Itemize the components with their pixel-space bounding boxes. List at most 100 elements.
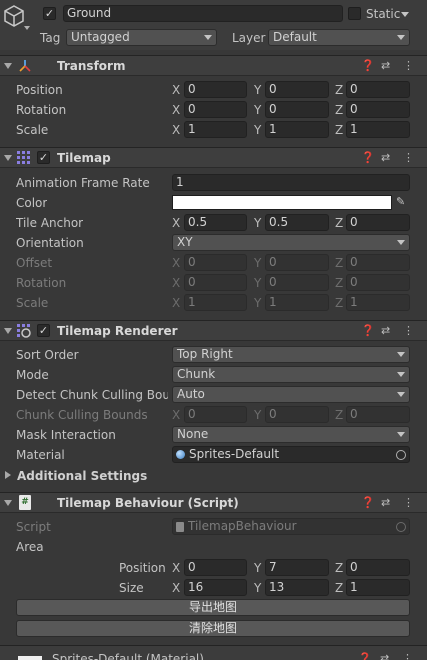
renderer-mask-dropdown[interactable]: None [172, 426, 410, 443]
axis-y-label[interactable]: Y [254, 581, 261, 595]
orientation-caret-icon [397, 240, 405, 245]
behaviour-position-row: Position X 0 Y 7 Z 0 [0, 558, 427, 578]
axis-y-label[interactable]: Y [254, 216, 261, 230]
axis-x-label[interactable]: X [172, 83, 180, 97]
preset-icon[interactable]: ⇄ [381, 495, 390, 511]
transform-position-x[interactable]: 0 [184, 81, 247, 98]
renderer-material-field[interactable]: Sprites-Default [172, 446, 410, 463]
help-icon[interactable]: ❓ [358, 652, 372, 660]
tilemap-orientation-row: Orientation XY [0, 233, 427, 253]
renderer-sort-order-dropdown[interactable]: Top Right [172, 346, 410, 363]
transform-scale-z[interactable]: 1 [346, 121, 410, 138]
axis-x-label[interactable]: X [172, 123, 180, 137]
renderer-mode-dropdown[interactable]: Chunk [172, 366, 410, 383]
active-checkbox[interactable]: ✓ [43, 7, 56, 20]
tilemap-anchor-y[interactable]: 0.5 [265, 214, 329, 231]
transform-position-y[interactable]: 0 [265, 81, 329, 98]
behaviour-size-z[interactable]: 1 [346, 579, 410, 596]
renderer-mask-value: None [177, 427, 209, 441]
transform-scale-y[interactable]: 1 [265, 121, 329, 138]
context-menu-icon[interactable]: ⋮ [403, 323, 414, 339]
axis-x-label[interactable]: X [172, 561, 180, 575]
axis-y-label: Y [254, 276, 262, 290]
renderer-material-row: Material Sprites-Default [0, 445, 427, 465]
axis-x-label: X [172, 408, 181, 422]
axis-z-label[interactable]: Z [335, 83, 343, 97]
transform-header-actions: ❓ ⇄ ⋮ [361, 58, 417, 74]
help-icon[interactable]: ❓ [361, 495, 375, 511]
axis-z-label[interactable]: Z [335, 103, 343, 117]
axis-z-label[interactable]: Z [335, 123, 343, 137]
tilemap-header[interactable]: ✓ Tilemap ❓ ⇄ ⋮ [0, 147, 427, 168]
transform-rotation-z[interactable]: 0 [346, 101, 410, 118]
axis-x-label[interactable]: X [172, 216, 180, 230]
renderer-header[interactable]: ✓ Tilemap Renderer ❓ ⇄ ⋮ [0, 320, 427, 341]
static-dropdown-icon[interactable] [401, 12, 409, 17]
context-menu-icon[interactable]: ⋮ [402, 652, 413, 660]
tilemap-foldout-icon[interactable] [4, 155, 12, 161]
material-preview-header[interactable]: Sprites-Default (Material) ❓ ⇄ ⋮ [0, 646, 427, 660]
transform-rotation-x[interactable]: 0 [184, 101, 247, 118]
clear-map-button[interactable]: 清除地图 [16, 620, 410, 637]
tilemap-enabled-checkbox[interactable]: ✓ [37, 151, 50, 164]
transform-header[interactable]: Transform ❓ ⇄ ⋮ [0, 55, 427, 76]
context-menu-icon[interactable]: ⋮ [403, 495, 414, 511]
additional-settings-foldout-icon[interactable] [5, 471, 11, 479]
help-icon[interactable]: ❓ [361, 58, 375, 74]
tilemap-anim-rate-input[interactable]: 1 [172, 174, 410, 191]
tilemap-color-swatch[interactable] [172, 195, 392, 210]
tilemap-anchor-z[interactable]: 0 [346, 214, 410, 231]
behaviour-header[interactable]: # Tilemap Behaviour (Script) ❓ ⇄ ⋮ [0, 492, 427, 513]
renderer-chunk-bounds-row: Chunk Culling Bounds X 0 Y 0 Z 0 [0, 405, 427, 425]
renderer-detect-dropdown[interactable]: Auto [172, 386, 410, 403]
axis-y-label[interactable]: Y [254, 83, 261, 97]
preset-icon[interactable]: ⇄ [381, 58, 390, 74]
help-icon[interactable]: ❓ [361, 150, 375, 166]
behaviour-size-y[interactable]: 13 [265, 579, 329, 596]
axis-z-label[interactable]: Z [335, 216, 343, 230]
transform-scale-x[interactable]: 1 [184, 121, 247, 138]
object-picker-icon[interactable] [396, 450, 406, 460]
transform-rotation-y[interactable]: 0 [265, 101, 329, 118]
tilemap-anchor-x[interactable]: 0.5 [184, 214, 247, 231]
transform-position-z[interactable]: 0 [346, 81, 410, 98]
eyedropper-icon[interactable]: ✎ [396, 195, 405, 208]
behaviour-foldout-icon[interactable] [4, 500, 12, 506]
axis-x-label[interactable]: X [172, 581, 180, 595]
additional-settings-label[interactable]: Additional Settings [17, 469, 147, 483]
axis-y-label[interactable]: Y [254, 103, 261, 117]
help-icon[interactable]: ❓ [361, 323, 375, 339]
tilemap-color-label: Color [16, 196, 48, 210]
layer-dropdown[interactable]: Default [268, 29, 410, 46]
axis-z-label[interactable]: Z [335, 561, 343, 575]
behaviour-position-x[interactable]: 0 [184, 559, 247, 576]
behaviour-position-y[interactable]: 7 [265, 559, 329, 576]
tilemap-anchor-label: Tile Anchor [16, 216, 84, 230]
renderer-enabled-checkbox[interactable]: ✓ [37, 324, 50, 337]
context-menu-icon[interactable]: ⋮ [403, 150, 414, 166]
gameobject-name-input[interactable]: Ground [63, 5, 343, 22]
transform-title: Transform [57, 59, 126, 73]
axis-y-label[interactable]: Y [254, 561, 261, 575]
behaviour-size-x[interactable]: 16 [184, 579, 247, 596]
axis-z-label[interactable]: Z [335, 581, 343, 595]
export-map-button[interactable]: 导出地图 [16, 599, 410, 616]
behaviour-position-z[interactable]: 0 [346, 559, 410, 576]
tilemap-orientation-dropdown[interactable]: XY [172, 234, 410, 251]
transform-foldout-icon[interactable] [4, 63, 12, 69]
preset-icon[interactable]: ⇄ [381, 150, 390, 166]
renderer-additional-settings-row[interactable]: Additional Settings [0, 466, 427, 486]
material-preview-swatch [18, 656, 42, 660]
preset-icon[interactable]: ⇄ [381, 323, 390, 339]
transform-rotation-label: Rotation [16, 103, 67, 117]
context-menu-icon[interactable]: ⋮ [403, 58, 414, 74]
tilemap-scale-label: Scale [16, 296, 49, 310]
axis-y-label[interactable]: Y [254, 123, 261, 137]
preset-icon[interactable]: ⇄ [380, 652, 389, 660]
renderer-sort-order-label: Sort Order [16, 348, 79, 362]
renderer-foldout-icon[interactable] [4, 328, 12, 334]
axis-x-label[interactable]: X [172, 103, 180, 117]
static-checkbox[interactable] [348, 7, 361, 20]
gameobject-icon-dropdown-icon[interactable] [24, 26, 30, 30]
tag-dropdown[interactable]: Untagged [66, 29, 217, 46]
